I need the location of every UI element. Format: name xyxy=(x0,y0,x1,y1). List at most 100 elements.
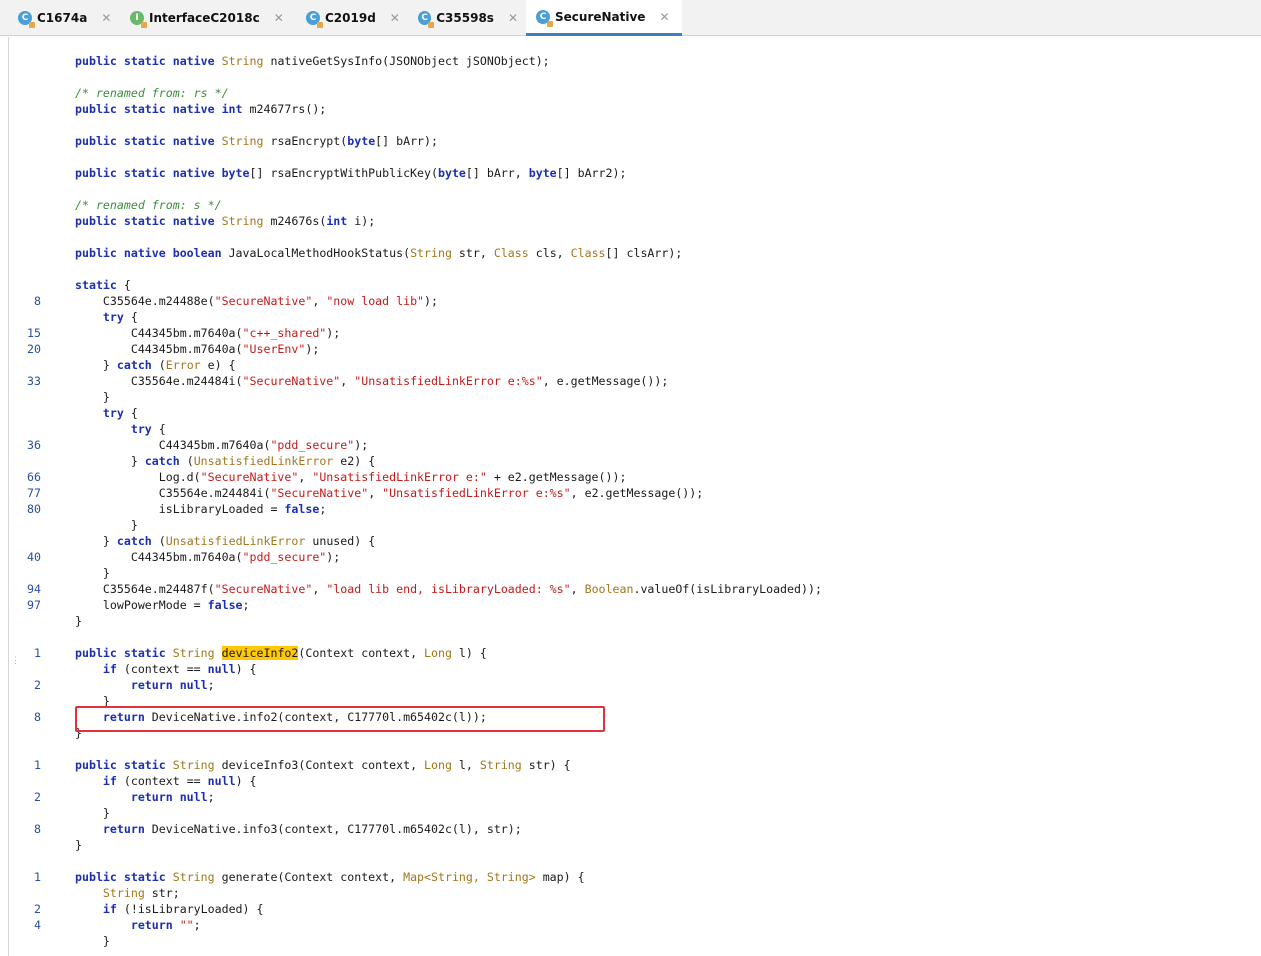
code-token: C44345bm.m7640a( xyxy=(75,438,271,452)
class-icon: C xyxy=(418,11,435,28)
code-text[interactable]: return ""; xyxy=(75,917,201,933)
code-line: try { xyxy=(9,421,1261,437)
code-text[interactable]: public static String deviceInfo2(Context… xyxy=(75,645,487,661)
code-text[interactable]: } xyxy=(75,837,82,853)
code-text[interactable]: if (context == null) { xyxy=(75,661,257,677)
code-text[interactable]: return null; xyxy=(75,677,215,693)
code-editor[interactable]: public static native String nativeGetSys… xyxy=(8,37,1261,956)
gutter-resize-handle[interactable]: ⋮ xyxy=(11,657,20,675)
code-text[interactable]: try { xyxy=(75,405,138,421)
code-text[interactable]: public static String deviceInfo3(Context… xyxy=(75,757,571,773)
code-text[interactable]: public static native String rsaEncrypt(b… xyxy=(75,133,438,149)
code-text[interactable]: return null; xyxy=(75,789,215,805)
close-icon[interactable]: ✕ xyxy=(274,11,284,25)
code-token: } xyxy=(75,534,117,548)
code-line: 33 C35564e.m24484i("SecureNative", "Unsa… xyxy=(9,373,1261,389)
code-token: ; xyxy=(242,598,250,612)
code-text[interactable]: /* renamed from: s */ xyxy=(75,197,222,213)
code-token: [] clsArr); xyxy=(605,246,683,260)
lock-icon xyxy=(317,22,323,28)
code-text[interactable]: public static native byte[] rsaEncryptWi… xyxy=(75,165,626,181)
code-text[interactable]: } xyxy=(75,565,110,581)
code-text[interactable]: try { xyxy=(75,309,138,325)
code-text[interactable]: C44345bm.m7640a("pdd_secure"); xyxy=(75,549,340,565)
code-token: String xyxy=(75,886,145,900)
code-text[interactable]: static { xyxy=(75,277,131,293)
code-token: l) { xyxy=(451,646,487,660)
code-text[interactable]: lowPowerMode = false; xyxy=(75,597,250,613)
code-text[interactable]: } xyxy=(75,805,110,821)
close-icon[interactable]: ✕ xyxy=(659,10,669,24)
code-text[interactable]: } xyxy=(75,517,138,533)
code-text[interactable]: if (context == null) { xyxy=(75,773,257,789)
code-text[interactable]: isLibraryLoaded = false; xyxy=(75,501,327,517)
code-line: 2 if (!isLibraryLoaded) { xyxy=(9,901,1261,917)
tab-c35598s[interactable]: C C35598s ✕ xyxy=(408,0,518,36)
code-text[interactable]: } catch (UnsatisfiedLinkError unused) { xyxy=(75,533,375,549)
code-text[interactable]: C44345bm.m7640a("pdd_secure"); xyxy=(75,437,368,453)
code-text[interactable]: /* renamed from: rs */ xyxy=(75,85,229,101)
code-text[interactable]: try { xyxy=(75,421,166,437)
line-number: 8 xyxy=(34,294,41,308)
code-text[interactable]: C35564e.m24487f("SecureNative", "load li… xyxy=(75,581,822,597)
code-line: } catch (UnsatisfiedLinkError unused) { xyxy=(9,533,1261,549)
code-text[interactable]: C35564e.m24488e("SecureNative", "now loa… xyxy=(75,293,438,309)
code-token: m24676s( xyxy=(263,214,327,228)
code-text[interactable]: public static native int m24677rs(); xyxy=(75,101,326,117)
code-line: } catch (Error e) { xyxy=(9,357,1261,373)
code-token: { xyxy=(123,310,138,324)
code-line: String str; xyxy=(9,885,1261,901)
code-text[interactable]: } xyxy=(75,933,110,949)
code-token: "UnsatisfiedLinkError e:%s" xyxy=(354,374,543,388)
tab-interfacec2018c[interactable]: I InterfaceC2018c ✕ xyxy=(120,0,288,36)
code-token: byte xyxy=(437,166,466,180)
code-token: unused) { xyxy=(305,534,376,548)
code-text[interactable]: } xyxy=(75,613,82,629)
code-text[interactable]: C35564e.m24484i("SecureNative", "Unsatis… xyxy=(75,485,704,501)
code-text[interactable]: return DeviceNative.info3(context, C1777… xyxy=(75,821,522,837)
code-token: UnsatisfiedLinkError xyxy=(193,454,334,468)
code-token: String xyxy=(410,246,452,260)
code-token: ( xyxy=(179,454,194,468)
code-text[interactable]: } catch (Error e) { xyxy=(75,357,236,373)
code-token: (Context context, xyxy=(298,646,425,660)
code-text[interactable]: C44345bm.m7640a("c++_shared"); xyxy=(75,325,340,341)
code-line: 4 return ""; xyxy=(9,917,1261,933)
code-token: isLibraryLoaded = xyxy=(75,502,285,516)
tab-c2019d[interactable]: C C2019d ✕ xyxy=(296,0,400,36)
tab-securenative[interactable]: C SecureNative ✕ xyxy=(526,0,682,36)
code-text[interactable]: String str; xyxy=(75,885,180,901)
code-text[interactable]: public native boolean JavaLocalMethodHoo… xyxy=(75,245,682,261)
code-token: String xyxy=(172,870,215,884)
code-text[interactable]: C44345bm.m7640a("UserEnv"); xyxy=(75,341,320,357)
code-token: , xyxy=(340,374,355,388)
code-text[interactable]: } xyxy=(75,389,110,405)
tab-c1674a[interactable]: C C1674a ✕ xyxy=(8,0,112,36)
code-token: e2) { xyxy=(333,454,376,468)
code-text[interactable]: Log.d("SecureNative", "UnsatisfiedLinkEr… xyxy=(75,469,627,485)
code-text[interactable]: public static native String m24676s(int … xyxy=(75,213,375,229)
code-token: return null xyxy=(75,790,208,804)
code-token: byte xyxy=(528,166,557,180)
code-token: Log.d( xyxy=(75,470,201,484)
code-token: C35564e.m24487f( xyxy=(75,582,215,596)
code-token: ( xyxy=(151,358,166,372)
code-text[interactable]: public static native String nativeGetSys… xyxy=(75,53,550,69)
code-token: public static xyxy=(75,646,173,660)
code-text[interactable]: public static String generate(Context co… xyxy=(75,869,585,885)
close-icon[interactable]: ✕ xyxy=(101,11,111,25)
close-icon[interactable]: ✕ xyxy=(390,11,400,25)
code-token: public static native xyxy=(75,214,222,228)
code-token: , xyxy=(368,486,383,500)
code-text[interactable]: if (!isLibraryLoaded) { xyxy=(75,901,264,917)
code-line: try { xyxy=(9,405,1261,421)
code-text[interactable]: } catch (UnsatisfiedLinkError e2) { xyxy=(75,453,375,469)
code-token: lowPowerMode = xyxy=(75,598,208,612)
close-icon[interactable]: ✕ xyxy=(508,11,518,25)
code-token: return xyxy=(75,918,180,932)
code-token: l, xyxy=(451,758,480,772)
code-token: , e2.getMessage()); xyxy=(570,486,704,500)
line-number: 20 xyxy=(27,342,41,356)
code-token: return xyxy=(75,822,145,836)
code-text[interactable]: C35564e.m24484i("SecureNative", "Unsatis… xyxy=(75,373,669,389)
